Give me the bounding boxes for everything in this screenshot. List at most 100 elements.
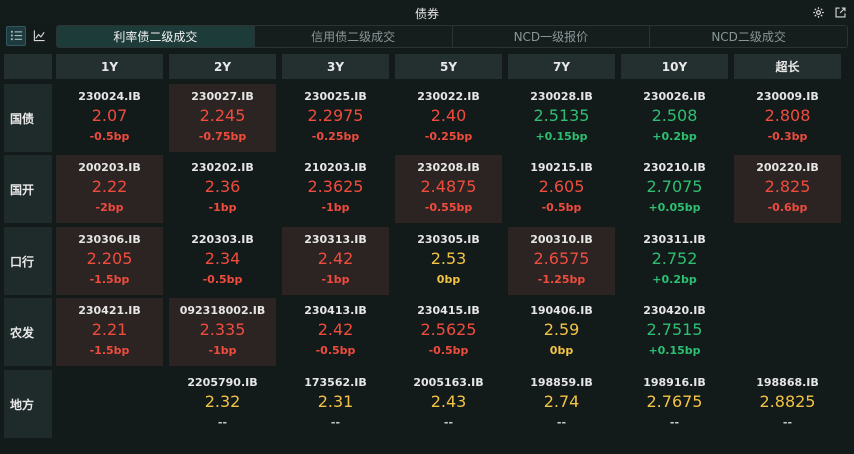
quote-cell[interactable]: 230022.IB 2.40 -0.25bp — [395, 84, 502, 152]
quote-cell[interactable]: 190215.IB 2.605 -0.5bp — [508, 155, 615, 223]
bond-code: 173562.IB — [304, 376, 367, 389]
quote-cell[interactable]: 230025.IB 2.2975 -0.25bp — [282, 84, 389, 152]
yield-value: 2.31 — [317, 392, 354, 411]
quote-cell[interactable]: 210203.IB 2.3625 -1bp — [282, 155, 389, 223]
yield-change: -2bp — [95, 201, 124, 214]
bond-code: 200203.IB — [78, 161, 141, 174]
quote-cell[interactable]: 230210.IB 2.7075 +0.05bp — [621, 155, 728, 223]
yield-change: -- — [556, 416, 567, 429]
yield-value: 2.36 — [204, 177, 241, 196]
bond-code: 190215.IB — [530, 161, 593, 174]
yield-value: 2.40 — [430, 106, 467, 125]
column-header-3y: 3Y — [282, 54, 389, 79]
yield-value: 2.245 — [199, 106, 246, 125]
bond-code: 230420.IB — [643, 304, 706, 317]
yield-change: -0.75bp — [198, 130, 247, 143]
quote-cell[interactable]: 230421.IB 2.21 -1.5bp — [56, 298, 163, 366]
quote-cell[interactable]: 198916.IB 2.7675 -- — [621, 370, 728, 438]
yield-value: 2.7075 — [646, 177, 703, 196]
yield-value: 2.7515 — [646, 320, 703, 339]
yield-change: -1bp — [208, 201, 237, 214]
tab-ncd-primary-quote[interactable]: NCD一级报价 — [452, 26, 651, 47]
list-view-button[interactable] — [6, 26, 26, 46]
quote-cell[interactable]: 198868.IB 2.8825 -- — [734, 370, 841, 438]
yield-change: -0.5bp — [541, 201, 582, 214]
tab-strip: 利率债二级成交 信用债二级成交 NCD一级报价 NCD二级成交 — [56, 25, 848, 48]
quote-cell[interactable]: 230024.IB 2.07 -0.5bp — [56, 84, 163, 152]
yield-value: 2.21 — [91, 320, 128, 339]
quote-cell[interactable]: 2005163.IB 2.43 -- — [395, 370, 502, 438]
yield-value: 2.8825 — [759, 392, 816, 411]
yield-value: 2.42 — [317, 320, 354, 339]
bond-code: 092318002.IB — [179, 304, 266, 317]
quote-cell[interactable]: 230009.IB 2.808 -0.3bp — [734, 84, 841, 152]
gear-icon[interactable] — [810, 4, 826, 20]
yield-change: -1.5bp — [89, 273, 130, 286]
list-icon — [10, 27, 23, 46]
yield-change: -- — [443, 416, 454, 429]
bond-code: 230022.IB — [417, 90, 480, 103]
bond-code: 210203.IB — [304, 161, 367, 174]
quote-cell[interactable]: 230311.IB 2.752 +0.2bp — [621, 227, 728, 295]
yield-change: 0bp — [436, 273, 461, 286]
quote-cell[interactable]: 200203.IB 2.22 -2bp — [56, 155, 163, 223]
bond-code: 230413.IB — [304, 304, 367, 317]
yield-value: 2.4875 — [420, 177, 477, 196]
bond-code: 220303.IB — [191, 233, 254, 246]
quote-cell[interactable]: 220303.IB 2.34 -0.5bp — [169, 227, 276, 295]
quote-cell[interactable]: 230313.IB 2.42 -1bp — [282, 227, 389, 295]
tab-ncd-secondary[interactable]: NCD二级成交 — [650, 26, 847, 47]
yield-change: -- — [330, 416, 341, 429]
quote-cell[interactable]: 230413.IB 2.42 -0.5bp — [282, 298, 389, 366]
chart-view-button[interactable] — [29, 26, 49, 46]
yield-change: -1bp — [321, 201, 350, 214]
quote-cell[interactable]: 230028.IB 2.5135 +0.15bp — [508, 84, 615, 152]
bond-code: 230026.IB — [643, 90, 706, 103]
quote-cell[interactable]: 230305.IB 2.53 0bp — [395, 227, 502, 295]
yield-value: 2.508 — [651, 106, 698, 125]
bond-code: 2205790.IB — [187, 376, 258, 389]
yield-change: -1.25bp — [537, 273, 586, 286]
column-header-10y: 10Y — [621, 54, 728, 79]
row-header-cdb: 国开 — [4, 155, 52, 223]
column-header-ultra-long: 超长 — [734, 54, 841, 79]
column-header-5y: 5Y — [395, 54, 502, 79]
tab-credit-bond-secondary[interactable]: 信用债二级成交 — [254, 26, 453, 47]
bond-code: 230305.IB — [417, 233, 480, 246]
quote-cell[interactable]: 200220.IB 2.825 -0.6bp — [734, 155, 841, 223]
yield-value: 2.5135 — [533, 106, 590, 125]
quote-cell[interactable]: 2205790.IB 2.32 -- — [169, 370, 276, 438]
bond-code: 230028.IB — [530, 90, 593, 103]
yield-change: +0.2bp — [652, 130, 697, 143]
quote-cell[interactable]: 230026.IB 2.508 +0.2bp — [621, 84, 728, 152]
yield-change: -1.5bp — [89, 344, 130, 357]
yield-value: 2.42 — [317, 249, 354, 268]
bond-code: 230415.IB — [417, 304, 480, 317]
bond-code: 230313.IB — [304, 233, 367, 246]
quote-cell[interactable]: 230027.IB 2.245 -0.75bp — [169, 84, 276, 152]
yield-value: 2.2975 — [307, 106, 364, 125]
quote-cell[interactable]: 230420.IB 2.7515 +0.15bp — [621, 298, 728, 366]
quote-cell[interactable]: 230415.IB 2.5625 -0.5bp — [395, 298, 502, 366]
yield-change: -1bp — [321, 273, 350, 286]
quote-cell[interactable]: 230202.IB 2.36 -1bp — [169, 155, 276, 223]
yield-value: 2.07 — [91, 106, 128, 125]
bond-code: 2005163.IB — [413, 376, 484, 389]
quote-cell[interactable]: 092318002.IB 2.335 -1bp — [169, 298, 276, 366]
popout-icon[interactable] — [832, 4, 848, 20]
quote-cell[interactable]: 200310.IB 2.6575 -1.25bp — [508, 227, 615, 295]
yield-value: 2.6575 — [533, 249, 590, 268]
yield-change: +0.2bp — [652, 273, 697, 286]
quote-cell[interactable]: 230306.IB 2.205 -1.5bp — [56, 227, 163, 295]
tab-rate-bond-secondary[interactable]: 利率债二级成交 — [57, 26, 255, 47]
bond-code: 230009.IB — [756, 90, 819, 103]
yield-value: 2.43 — [430, 392, 467, 411]
quote-cell[interactable]: 198859.IB 2.74 -- — [508, 370, 615, 438]
yield-change: -0.3bp — [767, 130, 808, 143]
bond-code: 230208.IB — [417, 161, 480, 174]
yield-value: 2.205 — [86, 249, 133, 268]
quote-cell[interactable]: 173562.IB 2.31 -- — [282, 370, 389, 438]
quote-cell[interactable]: 230208.IB 2.4875 -0.55bp — [395, 155, 502, 223]
quote-cell[interactable]: 190406.IB 2.59 0bp — [508, 298, 615, 366]
yield-change: -0.5bp — [202, 273, 243, 286]
